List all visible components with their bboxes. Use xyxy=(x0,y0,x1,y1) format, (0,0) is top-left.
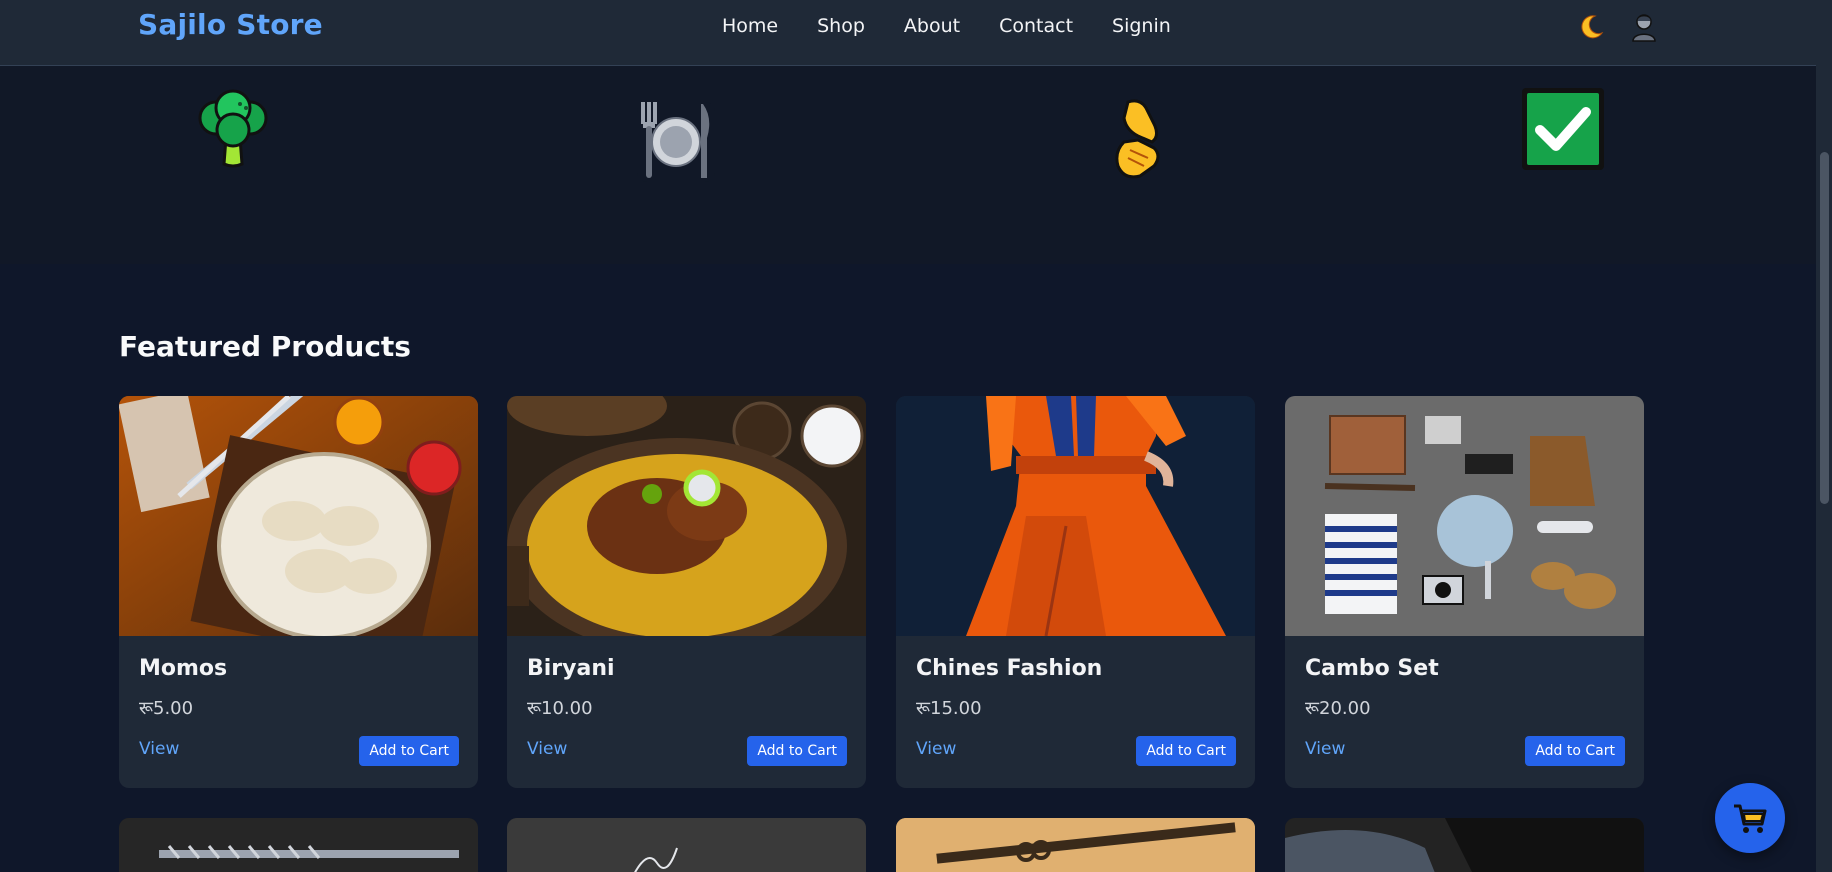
product-name: Momos xyxy=(139,656,228,681)
product-image[interactable] xyxy=(507,396,866,636)
nav-signin[interactable]: Signin xyxy=(1112,14,1171,38)
scrollbar-thumb[interactable] xyxy=(1820,152,1829,504)
product-image xyxy=(1285,818,1644,872)
product-card: Cambo Set रू20.00 View Add to Cart xyxy=(1285,396,1644,788)
product-price: रू10.00 xyxy=(527,698,593,719)
view-link[interactable]: View xyxy=(527,739,567,759)
product-card[interactable] xyxy=(1285,818,1644,872)
product-card[interactable] xyxy=(896,818,1255,872)
product-image xyxy=(119,818,478,872)
view-link[interactable]: View xyxy=(916,739,956,759)
nav-home[interactable]: Home xyxy=(722,14,778,38)
product-image[interactable] xyxy=(1285,396,1644,636)
product-image xyxy=(896,818,1255,872)
product-card[interactable] xyxy=(507,818,866,872)
add-to-cart-button[interactable]: Add to Cart xyxy=(747,736,847,766)
add-to-cart-button[interactable]: Add to Cart xyxy=(1525,736,1625,766)
site-header: Sajilo Store Home Shop About Contact Sig… xyxy=(0,0,1816,66)
section-title: Featured Products xyxy=(119,330,411,363)
floating-cart-button[interactable] xyxy=(1715,783,1785,853)
shopping-cart-icon xyxy=(1734,804,1767,833)
product-image[interactable] xyxy=(896,396,1255,636)
product-price: रू15.00 xyxy=(916,698,982,719)
nav-shop[interactable]: Shop xyxy=(817,14,865,38)
broccoli-icon xyxy=(190,86,276,176)
check-mark-icon xyxy=(1520,86,1606,176)
add-to-cart-button[interactable]: Add to Cart xyxy=(359,736,459,766)
product-card[interactable] xyxy=(119,818,478,872)
product-name: Cambo Set xyxy=(1305,656,1439,681)
brand-logo[interactable]: Sajilo Store xyxy=(138,8,323,41)
handshake-icon xyxy=(1108,96,1168,188)
view-link[interactable]: View xyxy=(139,739,179,759)
product-card: Biryani रू10.00 View Add to Cart xyxy=(507,396,866,788)
product-name: Biryani xyxy=(527,656,615,681)
product-card: Chines Fashion रू15.00 View Add to Cart xyxy=(896,396,1255,788)
moon-icon[interactable] xyxy=(1575,10,1607,44)
product-image[interactable] xyxy=(119,396,478,636)
product-card: Momos रू5.00 View Add to Cart xyxy=(119,396,478,788)
product-image xyxy=(507,818,866,872)
features-strip xyxy=(0,66,1816,264)
view-link[interactable]: View xyxy=(1305,739,1345,759)
nav-about[interactable]: About xyxy=(904,14,960,38)
main-nav: Home Shop About Contact Signin xyxy=(722,14,1210,38)
product-price: रू5.00 xyxy=(139,698,194,719)
add-to-cart-button[interactable]: Add to Cart xyxy=(1136,736,1236,766)
product-name: Chines Fashion xyxy=(916,656,1103,681)
product-price: रू20.00 xyxy=(1305,698,1371,719)
plate-cutlery-icon xyxy=(633,98,719,190)
user-avatar-icon[interactable] xyxy=(1628,10,1660,44)
nav-contact[interactable]: Contact xyxy=(999,14,1073,38)
